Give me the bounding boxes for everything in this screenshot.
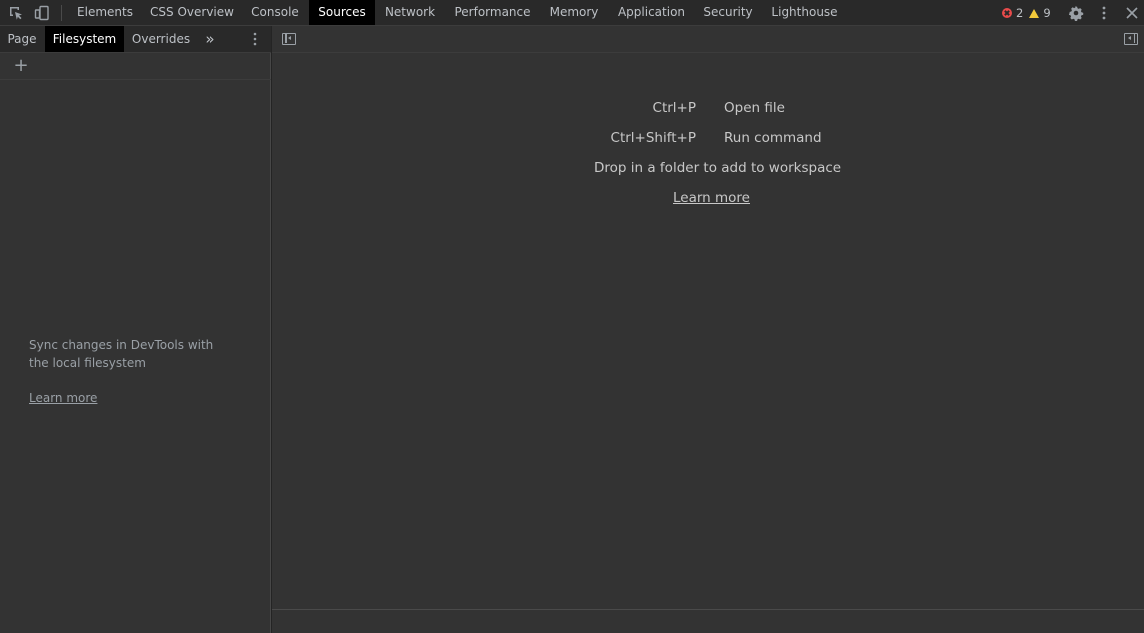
tab-sources[interactable]: Sources	[309, 0, 375, 25]
issue-counters[interactable]: 2 9	[1002, 5, 1051, 21]
shortcut-action: Run command	[724, 130, 822, 146]
close-icon[interactable]	[1123, 4, 1141, 22]
tab-application[interactable]: Application	[609, 0, 694, 25]
shortcut-action: Open file	[724, 100, 785, 116]
error-count: 2	[1016, 6, 1024, 20]
editor-area: Ctrl+P Open file Ctrl+Shift+P Run comman…	[272, 26, 1144, 633]
device-toolbar-icon[interactable]	[33, 4, 51, 22]
navigator-learn-more-link[interactable]: Learn more	[29, 391, 97, 405]
nav-tab-overrides[interactable]: Overrides	[126, 26, 196, 52]
sources-navigator: Page Filesystem Overrides » + Sync chang…	[0, 26, 271, 633]
main-toolbar: Elements CSS Overview Console Sources Ne…	[0, 0, 1144, 26]
tab-lighthouse[interactable]: Lighthouse	[762, 0, 847, 25]
editor-footer	[272, 609, 1144, 633]
warning-icon	[1029, 8, 1040, 18]
more-tabs-icon[interactable]: »	[200, 26, 220, 52]
toggle-navigator-icon[interactable]	[282, 33, 296, 45]
tab-console[interactable]: Console	[243, 0, 307, 25]
shortcut-keys: Ctrl+Shift+P	[610, 130, 696, 146]
tab-elements[interactable]: Elements	[69, 0, 141, 25]
kebab-menu-icon[interactable]	[1095, 4, 1113, 22]
navigator-menu-icon[interactable]	[246, 26, 264, 52]
nav-tab-filesystem[interactable]: Filesystem	[45, 26, 124, 52]
tab-css-overview[interactable]: CSS Overview	[143, 0, 241, 25]
toolbar-divider	[61, 5, 62, 21]
inspect-element-icon[interactable]	[7, 4, 25, 22]
navigator-toolbar: +	[0, 53, 271, 80]
tab-performance[interactable]: Performance	[446, 0, 539, 25]
editor-learn-more-link[interactable]: Learn more	[673, 190, 750, 206]
nav-tab-page[interactable]: Page	[0, 26, 44, 52]
tab-security[interactable]: Security	[696, 0, 760, 25]
navigator-tabs: Page Filesystem Overrides »	[0, 26, 271, 53]
add-folder-icon[interactable]: +	[12, 55, 30, 77]
shortcut-keys: Ctrl+P	[652, 100, 696, 116]
tab-network[interactable]: Network	[377, 0, 443, 25]
toggle-debugger-icon[interactable]	[1124, 33, 1138, 45]
shortcut-row: Ctrl+Shift+P Run command	[272, 130, 1144, 148]
shortcut-row: Ctrl+P Open file	[272, 100, 1144, 118]
tab-memory[interactable]: Memory	[541, 0, 607, 25]
warning-count: 9	[1043, 6, 1051, 20]
editor-toolbar	[272, 26, 1144, 53]
drop-folder-hint: Drop in a folder to add to workspace	[594, 160, 842, 176]
settings-gear-icon[interactable]	[1067, 4, 1085, 22]
error-icon	[1002, 8, 1012, 18]
empty-state-message: Sync changes in DevTools with the local …	[29, 338, 214, 370]
